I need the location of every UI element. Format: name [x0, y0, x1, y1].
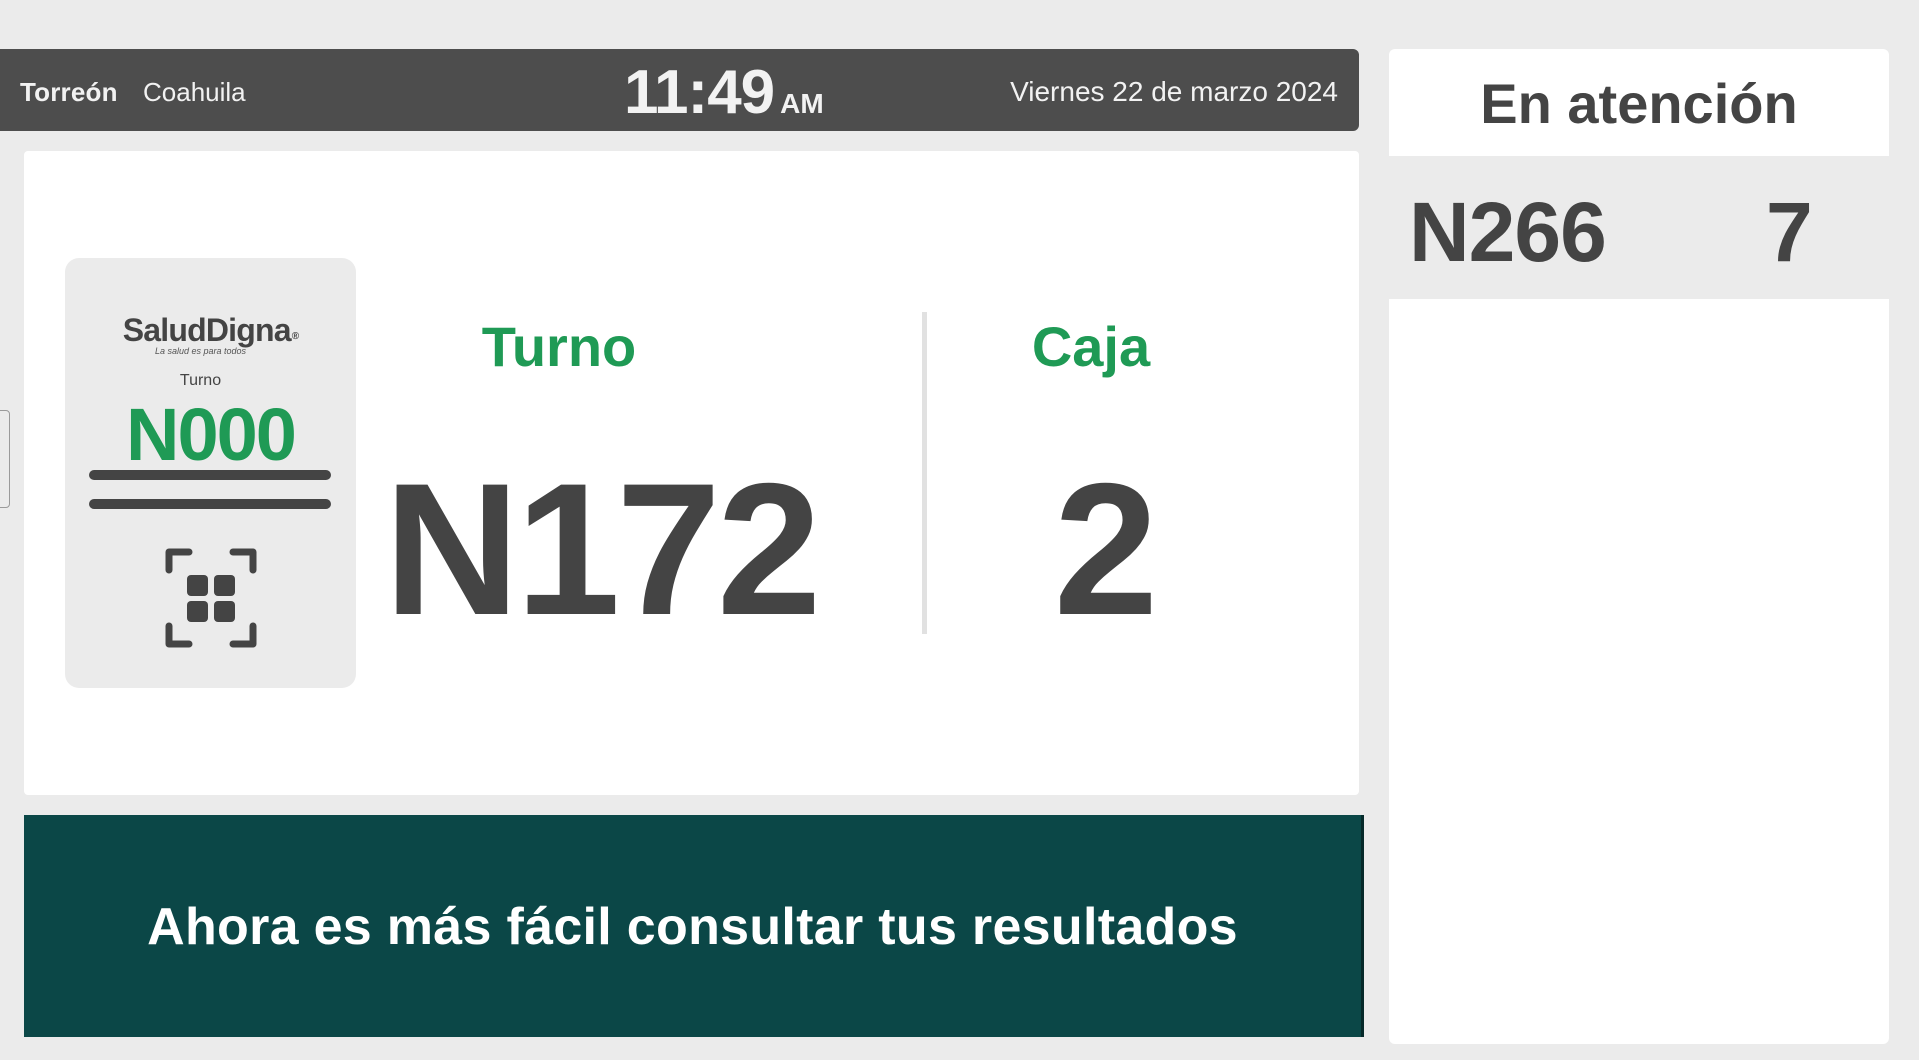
in-service-title: En atención — [1480, 72, 1798, 135]
brand-logo: SaludDigna® — [65, 312, 356, 349]
brand-tagline: La salud es para todos — [154, 346, 247, 356]
edge-handle[interactable] — [0, 410, 10, 508]
brand-registered-mark: ® — [291, 331, 299, 342]
clock: 11:49 AM — [624, 57, 824, 127]
ticket-turno-label: Turno — [179, 372, 222, 389]
city-label: Torreón — [20, 77, 118, 107]
clock-time: 11:49 — [624, 58, 775, 127]
turno-value: N172 — [384, 444, 821, 654]
current-call-card: SaludDigna® La salud es para todos Turno… — [24, 151, 1359, 795]
ticket-line — [89, 499, 331, 509]
caja-heading: Caja — [1031, 315, 1151, 378]
ticket-line — [89, 470, 331, 480]
in-service-turno: N266 — [1409, 185, 1607, 279]
queue-display-screen: Torreón Coahuila 11:49 AM Viernes 22 de m… — [0, 0, 1919, 1060]
clock-ampm: AM — [780, 88, 824, 119]
state-label: Coahuila — [143, 77, 246, 107]
brand-name: SaludDigna — [122, 312, 292, 348]
top-bar: Torreón Coahuila 11:49 AM Viernes 22 de m… — [0, 49, 1359, 131]
promo-banner-text: Ahora es más fácil consultar tus resulta… — [147, 898, 1238, 956]
ticket-number: N000 — [126, 393, 297, 476]
date-label: Viernes 22 de marzo 2024 — [1010, 76, 1338, 107]
qr-scan-icon — [165, 548, 257, 648]
in-service-panel: En atención N266 7 — [1389, 49, 1889, 1044]
ticket-illustration: SaludDigna® La salud es para todos Turno… — [65, 258, 356, 688]
turno-heading: Turno — [481, 315, 637, 378]
promo-banner: Ahora es más fácil consultar tus resulta… — [24, 815, 1364, 1037]
in-service-row: N266 7 — [1389, 156, 1889, 299]
caja-value: 2 — [1053, 444, 1159, 654]
in-service-caja: 7 — [1766, 185, 1813, 279]
